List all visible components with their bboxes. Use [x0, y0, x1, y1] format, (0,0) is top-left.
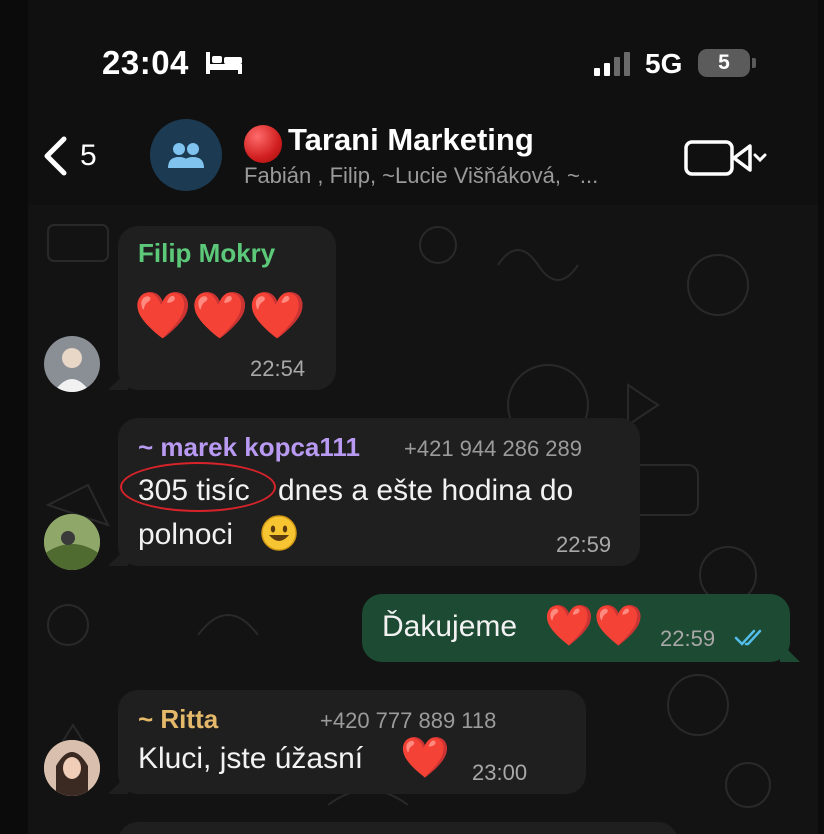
- sender-phone[interactable]: +421 944 286 289: [404, 436, 582, 462]
- group-avatar[interactable]: [150, 119, 222, 191]
- group-icon: [168, 143, 204, 168]
- signal-icon: [594, 52, 630, 76]
- message-text: Ďakujeme: [382, 610, 518, 643]
- avatar-filip[interactable]: [44, 336, 100, 392]
- unread-count: 5: [80, 139, 97, 172]
- message-time: 22:59: [556, 532, 612, 557]
- status-time: 23:04: [102, 44, 189, 81]
- message-time: 22:59: [660, 626, 716, 651]
- heart-emojis: ❤️❤️: [544, 604, 644, 648]
- read-receipt-icon: [734, 629, 762, 646]
- message-bubble-partial[interactable]: [118, 822, 678, 834]
- sender-name[interactable]: ~ marek kopca111: [138, 432, 360, 463]
- bed-icon: [206, 52, 242, 74]
- heart-emojis: ❤️❤️❤️: [134, 289, 306, 341]
- message-text: dnes a ešte hodina do: [278, 474, 574, 507]
- sender-name[interactable]: ~ Ritta: [138, 704, 218, 735]
- smiley-emoji: [261, 515, 297, 551]
- avatar-ritta[interactable]: [44, 740, 100, 796]
- chevron-left-icon: [44, 136, 67, 176]
- battery-indicator: 5: [698, 49, 750, 77]
- red-circle-emoji: [244, 125, 282, 163]
- battery-cap: [752, 58, 756, 68]
- heart-emoji: ❤️: [400, 736, 450, 780]
- sender-name[interactable]: Filip Mokry: [138, 238, 275, 269]
- chat-title[interactable]: Tarani Marketing: [288, 122, 534, 158]
- group-members[interactable]: Fabián , Filip, ~Lucie Višňáková, ~...: [244, 163, 664, 189]
- red-highlight-circle: [120, 462, 276, 512]
- message-time: 23:00: [472, 760, 528, 785]
- phone-screen: 23:04 5G 5 5 Tarani Marketing Fabián , F…: [28, 0, 818, 834]
- network-label: 5G: [645, 48, 683, 79]
- message-bubble-outgoing[interactable]: Ďakujeme ❤️❤️ 22:59: [362, 594, 790, 662]
- sender-phone[interactable]: +420 777 889 118: [320, 708, 496, 734]
- avatar-marek[interactable]: [44, 514, 100, 570]
- message-bubble-filip[interactable]: Filip Mokry ❤️❤️❤️ 22:54: [118, 226, 336, 390]
- message-text-line2: polnoci: [138, 518, 234, 551]
- video-call-button[interactable]: [684, 138, 768, 178]
- message-time: 22:54: [250, 356, 306, 381]
- message-text: Kluci, jste úžasní: [138, 742, 364, 775]
- message-bubble-ritta[interactable]: ~ Ritta +420 777 889 118 Kluci, jste úža…: [118, 690, 586, 794]
- back-button[interactable]: 5: [42, 134, 97, 178]
